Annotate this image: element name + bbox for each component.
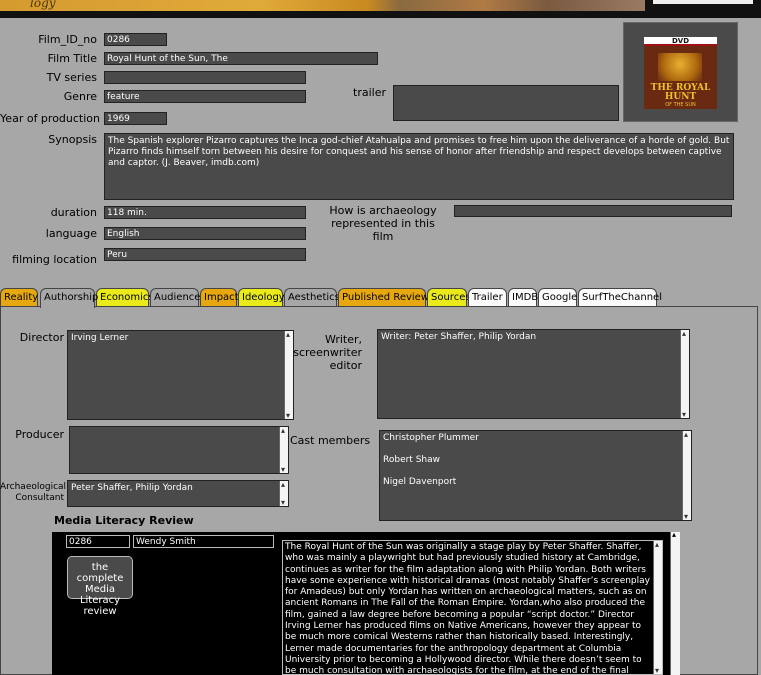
consultant-scrollbar[interactable]: [279, 481, 288, 506]
tab-trailer[interactable]: Trailer: [468, 288, 507, 307]
genre-label: Genre: [63, 90, 97, 103]
tab-imdb[interactable]: IMDB: [508, 288, 538, 307]
review-text-field[interactable]: The Royal Hunt of the Sun was originally…: [282, 540, 663, 675]
archaeology-field[interactable]: [454, 205, 732, 217]
synopsis-label: Synopsis: [48, 133, 97, 146]
film-id-label: Film_ID_no: [38, 33, 97, 46]
film-id-field[interactable]: 0286: [104, 33, 167, 46]
film-title-label: Film Title: [47, 52, 97, 65]
review-id-field[interactable]: 0286: [66, 535, 130, 548]
dvd-subtitle: OF THE SUN: [665, 102, 696, 108]
cast-field[interactable]: Christopher Plummer Robert Shaw Nigel Da…: [379, 430, 692, 521]
year-field[interactable]: 1969: [104, 112, 167, 125]
review-text: The Royal Hunt of the Sun was originally…: [285, 542, 650, 675]
review-portal-scrollbar[interactable]: ▴: [670, 530, 680, 675]
tv-series-label: TV series: [46, 71, 97, 84]
writer-label: Writer, screenwriter editor: [293, 333, 362, 372]
writer-field[interactable]: Writer: Peter Shaffer, Philip Yordan: [377, 329, 690, 419]
consultant-label: Archaeological Consultant: [0, 482, 67, 503]
language-field[interactable]: English: [104, 227, 306, 240]
tab-impact[interactable]: Impact: [200, 288, 239, 307]
trailer-label: trailer: [353, 86, 386, 99]
tab-ideology[interactable]: Ideology: [238, 288, 285, 307]
site-banner-image: logy: [0, 0, 645, 11]
banner-text: logy: [30, 0, 56, 10]
director-label: Director: [19, 331, 64, 344]
year-label: Year of production: [0, 112, 100, 125]
tab-economics[interactable]: Economics: [96, 288, 154, 307]
sun-emblem-icon: [658, 53, 702, 81]
genre-field[interactable]: feature: [104, 90, 306, 103]
review-heading: Media Literacy Review: [54, 514, 194, 527]
scroll-up-icon[interactable]: ▴: [672, 530, 676, 539]
tab-authorship[interactable]: Authorship: [40, 288, 98, 308]
tab-surfthechannel[interactable]: SurfTheChannel: [578, 288, 662, 307]
tab-audience[interactable]: Audience: [150, 288, 200, 307]
producer-label: Producer: [15, 428, 64, 441]
director-field[interactable]: Irving Lerner: [67, 330, 294, 420]
cast-member: Nigel Davenport: [383, 477, 457, 487]
filming-location-label: filming location: [12, 253, 97, 266]
complete-review-button[interactable]: the complete Media Literacy review: [67, 556, 133, 617]
tab-aesthetics[interactable]: Aesthetics: [284, 288, 340, 307]
consultant-field[interactable]: Peter Shaffer, Philip Yordan: [67, 480, 289, 507]
review-text-scrollbar[interactable]: [653, 541, 662, 674]
review-author-field[interactable]: Wendy Smith: [133, 535, 274, 548]
cast-scrollbar[interactable]: [682, 431, 691, 520]
dvd-cover-art: DVD THE ROYAL HUNT OF THE SUN: [644, 37, 717, 109]
dvd-badge: DVD: [644, 37, 717, 46]
language-label: language: [45, 227, 97, 240]
filming-location-field[interactable]: Peru: [104, 248, 306, 261]
tab-reality[interactable]: Reality: [0, 288, 38, 307]
cast-label: Cast members: [290, 434, 371, 447]
banner-search-box[interactable]: [653, 0, 753, 4]
duration-field[interactable]: 118 min.: [104, 206, 306, 219]
trailer-field[interactable]: [393, 85, 619, 121]
tab-google[interactable]: Google: [538, 288, 577, 307]
tab-published-reviews[interactable]: Published Reviews: [338, 288, 434, 307]
duration-label: duration: [50, 206, 97, 219]
director-value: Irving Lerner: [71, 333, 129, 343]
producer-scrollbar[interactable]: [279, 427, 288, 473]
synopsis-field[interactable]: The Spanish explorer Pizarro captures th…: [104, 133, 734, 200]
archaeology-label: How is archaeology represented in this f…: [329, 204, 437, 243]
cast-member: Christopher Plummer: [383, 433, 479, 443]
writer-value: Writer: Peter Shaffer, Philip Yordan: [381, 332, 537, 342]
film-title-field[interactable]: Royal Hunt of the Sun, The: [104, 52, 378, 65]
tv-series-field[interactable]: [104, 71, 306, 84]
dvd-title: THE ROYAL HUNT: [650, 83, 711, 102]
consultant-value: Peter Shaffer, Philip Yordan: [71, 483, 193, 493]
cast-member: Robert Shaw: [383, 455, 440, 465]
tab-sources[interactable]: Sources: [427, 288, 471, 307]
producer-field[interactable]: [69, 426, 289, 474]
writer-scrollbar[interactable]: [680, 330, 689, 418]
